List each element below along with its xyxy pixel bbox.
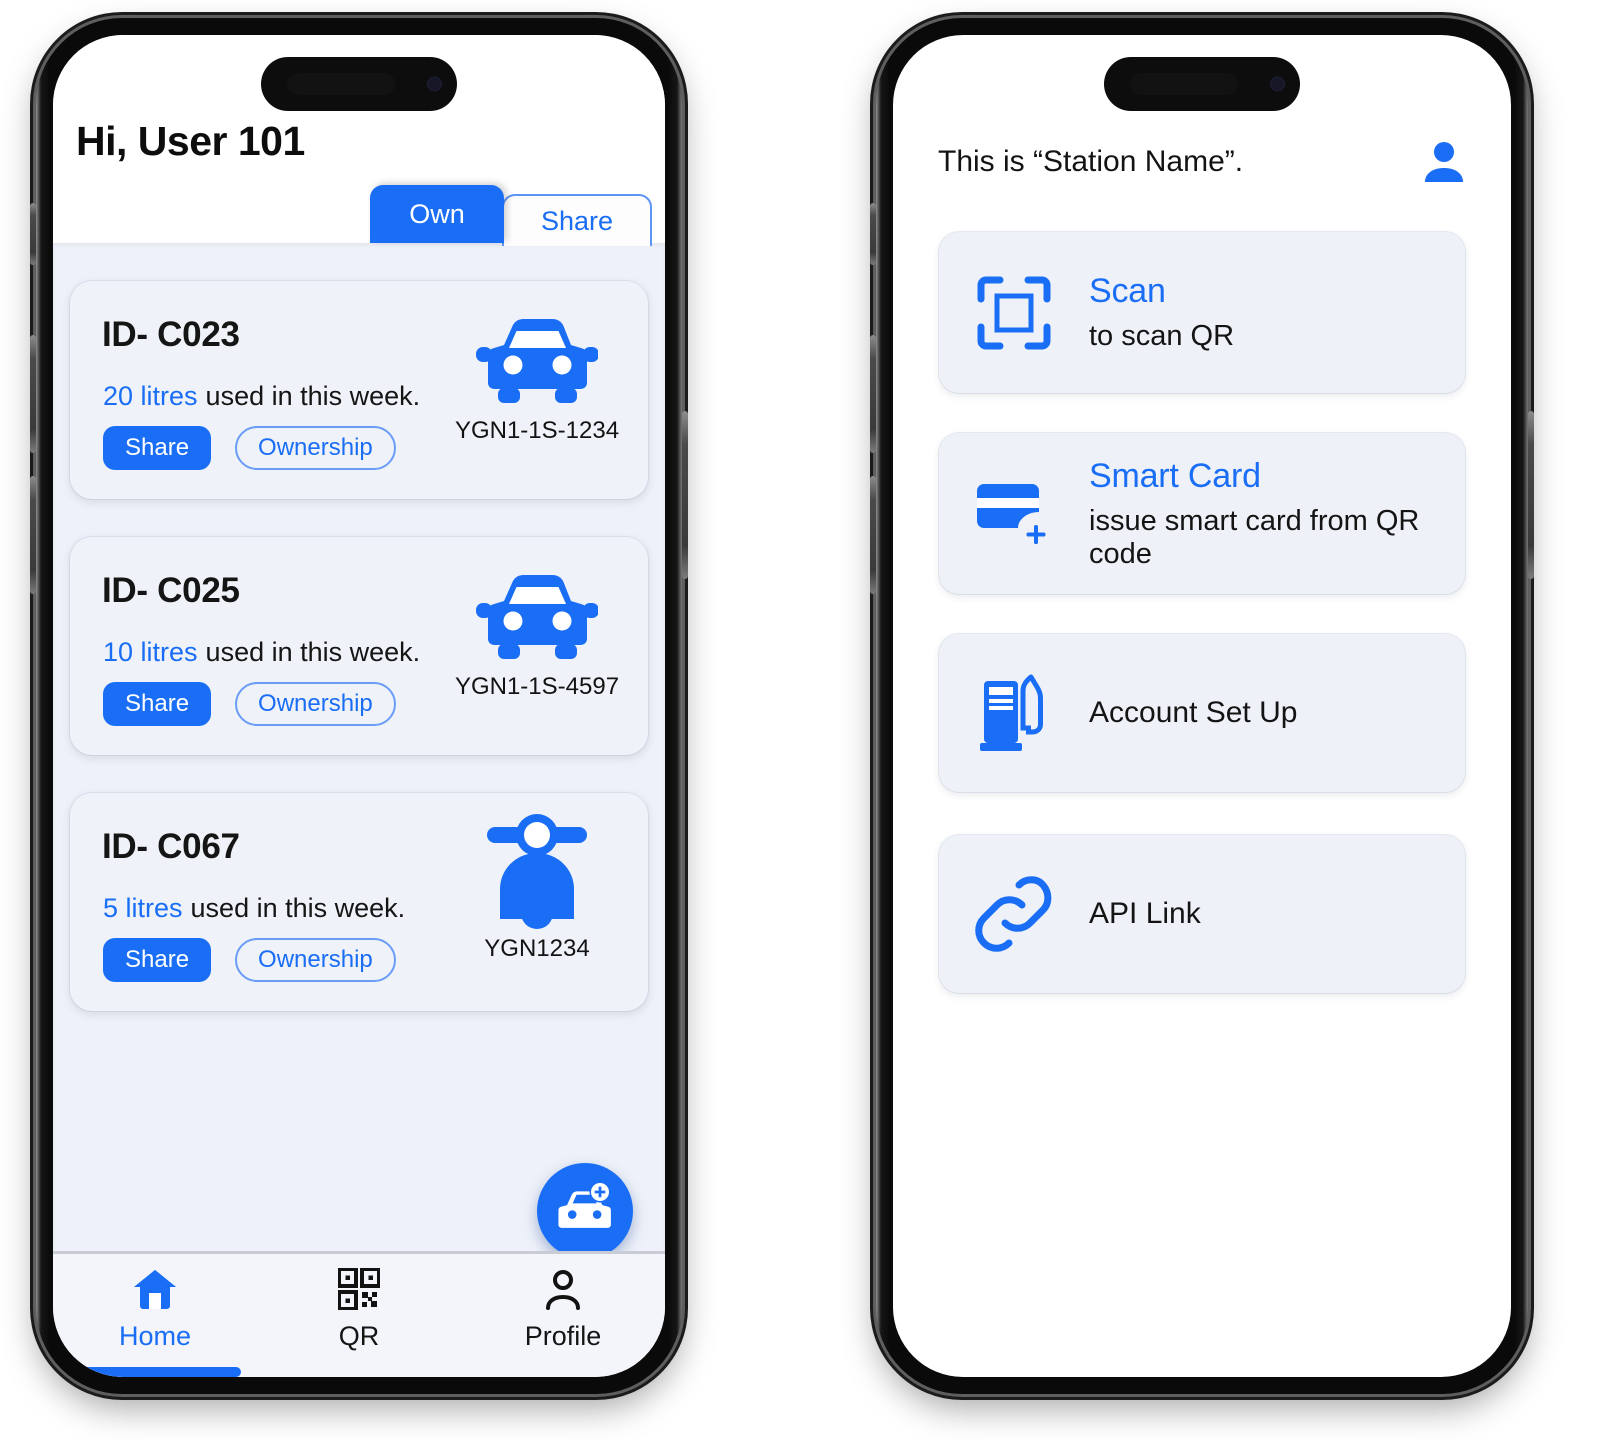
- nav-label-profile: Profile: [524, 1321, 602, 1351]
- volume-down-button[interactable]: [870, 476, 876, 594]
- menu-card-text: Scan to scan QR: [1089, 272, 1465, 353]
- vehicle-visual: YGN1-1S-4597: [452, 565, 622, 701]
- home-icon: [132, 1268, 178, 1315]
- fuel-pump-icon: [939, 673, 1089, 753]
- vehicle-card[interactable]: ID- C025 10 litres used in this week. Sha…: [70, 537, 648, 755]
- earpiece-speaker: [287, 73, 395, 95]
- vehicle-card[interactable]: ID- C067 5 litres used in this week. Shar…: [70, 793, 648, 1011]
- vehicle-actions: Share Ownership: [103, 938, 396, 982]
- vehicle-card[interactable]: ID- C023 20 litres used in this week. Sha…: [70, 281, 648, 499]
- scooter-icon: [452, 811, 622, 929]
- car-icon: [452, 309, 622, 411]
- vehicle-usage-text: 10 litres used in this week.: [103, 637, 420, 668]
- phone-left: Hi, User 101 Own Share ID- C023 20 litre…: [30, 18, 688, 1394]
- vehicle-actions: Share Ownership: [103, 682, 396, 726]
- menu-card-text: Smart Card issue smart card from QR code: [1089, 457, 1465, 571]
- qr-code-icon: [337, 1267, 381, 1315]
- greeting-text: Hi, User 101: [76, 118, 305, 164]
- vehicle-list: ID- C023 20 litres used in this week. Sha…: [53, 243, 665, 1254]
- usage-suffix: used in this week.: [205, 637, 421, 667]
- menu-card-account-setup[interactable]: Account Set Up: [939, 634, 1465, 792]
- vehicle-plate: YGN1-1S-1234: [454, 417, 620, 444]
- vehicle-visual: YGN1-1S-1234: [452, 309, 622, 445]
- tab-own[interactable]: Own: [370, 185, 504, 243]
- ownership-button[interactable]: Ownership: [235, 682, 396, 726]
- dynamic-island: [261, 57, 457, 111]
- car-icon: [452, 565, 622, 667]
- menu-card-text: API Link: [1089, 897, 1465, 931]
- vehicle-actions: Share Ownership: [103, 426, 396, 470]
- menu-card-title: Smart Card: [1089, 456, 1261, 495]
- tab-bar: Own Share: [53, 185, 665, 246]
- menu-card-subtitle: issue smart card from QR code: [1089, 504, 1420, 570]
- menu-card-scan[interactable]: Scan to scan QR: [939, 232, 1465, 393]
- ownership-button[interactable]: Ownership: [235, 426, 396, 470]
- volume-up-button[interactable]: [30, 335, 36, 453]
- earpiece-speaker: [1130, 73, 1238, 95]
- tab-share[interactable]: Share: [502, 194, 652, 246]
- menu-card-title: Account Set Up: [1089, 696, 1298, 729]
- station-title: This is “Station Name”.: [938, 145, 1244, 178]
- usage-suffix: used in this week.: [190, 893, 406, 923]
- front-camera-icon: [1270, 76, 1285, 92]
- menu-card-text: Account Set Up: [1089, 696, 1465, 730]
- vehicle-visual: YGN1234: [452, 811, 622, 963]
- silent-switch[interactable]: [870, 203, 876, 265]
- menu-card-title: API Link: [1089, 897, 1201, 930]
- usage-amount: 10 litres: [103, 637, 198, 667]
- nav-item-home[interactable]: Home: [53, 1254, 257, 1377]
- silent-switch[interactable]: [30, 203, 36, 265]
- phone-right: This is “Station Name”. Scan to scan QR …: [870, 18, 1534, 1394]
- home-indicator: [69, 1367, 241, 1377]
- vehicle-plate: YGN1-1S-4597: [454, 673, 620, 700]
- nav-item-qr[interactable]: QR: [257, 1254, 461, 1377]
- share-button[interactable]: Share: [103, 938, 212, 982]
- menu-card-smart-card[interactable]: Smart Card issue smart card from QR code: [939, 433, 1465, 594]
- menu-card-title: Scan: [1089, 272, 1166, 310]
- vehicle-plate: YGN1234: [484, 935, 590, 962]
- power-button[interactable]: [1528, 411, 1534, 579]
- add-car-icon: [555, 1181, 615, 1242]
- usage-suffix: used in this week.: [205, 381, 421, 411]
- add-vehicle-fab[interactable]: [537, 1163, 633, 1259]
- share-button[interactable]: Share: [103, 426, 212, 470]
- volume-up-button[interactable]: [870, 335, 876, 453]
- nav-label-qr: QR: [338, 1321, 380, 1351]
- front-camera-icon: [427, 76, 442, 92]
- volume-down-button[interactable]: [30, 476, 36, 594]
- ownership-button[interactable]: Ownership: [235, 938, 396, 982]
- vehicle-id-label: ID- C025: [102, 571, 240, 610]
- share-button[interactable]: Share: [103, 682, 212, 726]
- right-screen: This is “Station Name”. Scan to scan QR …: [893, 35, 1511, 1377]
- usage-amount: 5 litres: [103, 893, 183, 923]
- vehicle-usage-text: 20 litres used in this week.: [103, 381, 420, 412]
- usage-amount: 20 litres: [103, 381, 198, 411]
- card-add-icon: [939, 479, 1089, 549]
- person-filled-icon: [1421, 142, 1467, 189]
- dynamic-island: [1104, 57, 1300, 111]
- nav-item-profile[interactable]: Profile: [461, 1254, 665, 1377]
- nav-label-home: Home: [118, 1321, 192, 1351]
- menu-card-subtitle: to scan QR: [1089, 320, 1235, 352]
- scan-frame-icon: [939, 276, 1089, 350]
- person-icon: [542, 1268, 584, 1315]
- vehicle-id-label: ID- C023: [102, 315, 240, 354]
- vehicle-usage-text: 5 litres used in this week.: [103, 893, 405, 924]
- power-button[interactable]: [682, 411, 688, 579]
- bottom-navigation: Home QR Profile: [53, 1251, 665, 1377]
- vehicle-id-label: ID- C067: [102, 827, 240, 866]
- account-button[interactable]: [1421, 139, 1467, 190]
- left-screen: Hi, User 101 Own Share ID- C023 20 litre…: [53, 35, 665, 1377]
- menu-card-api-link[interactable]: API Link: [939, 835, 1465, 993]
- link-chain-icon: [939, 875, 1089, 953]
